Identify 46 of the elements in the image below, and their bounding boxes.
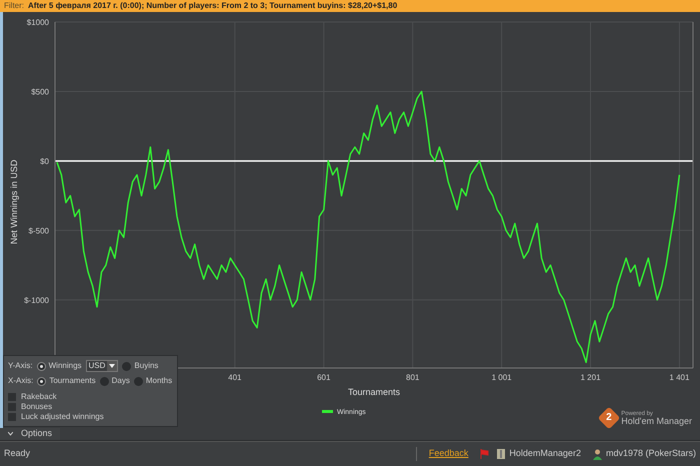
chevron-icon — [8, 432, 13, 436]
logo-badge: 2 — [598, 406, 621, 430]
radio-label: Buyins — [134, 360, 158, 372]
filter-text: After 5 февраля 2017 г. (0:00); Number of players: From 2 to 3; Tournament buyins: $28,20+$1,80 — [28, 2, 398, 10]
y-tick-label: $-500 — [28, 226, 49, 236]
y-axis-label: Y-Axis: — [8, 360, 33, 372]
x-axis-label: X-Axis: — [8, 375, 34, 387]
app-name: HoldemManager2 — [509, 447, 581, 460]
legend-swatch — [322, 410, 333, 413]
y-tick-label: $-1000 — [24, 296, 49, 305]
checkbox-label: Luck adjusted winnings — [21, 412, 104, 422]
radio-button[interactable] — [122, 362, 132, 370]
checkbox[interactable] — [8, 403, 16, 411]
x-tick-label: 1 201 — [580, 373, 601, 382]
flag-icon[interactable] — [480, 449, 490, 459]
x-tick-label: 801 — [406, 373, 420, 382]
radio-button[interactable] — [100, 376, 109, 386]
x-axis-title: Tournaments — [348, 387, 400, 397]
x-tick-label: 401 — [228, 373, 242, 382]
feedback-link[interactable]: Feedback — [428, 447, 468, 461]
filter-label: Filter: — [4, 2, 24, 10]
currency-dropdown[interactable]: USD — [86, 360, 118, 372]
y-tick-label: $500 — [31, 87, 49, 96]
x-tick-label: 1 001 — [492, 373, 512, 382]
x-tick-label: 1 401 — [669, 373, 690, 382]
radio-button[interactable] — [134, 376, 143, 386]
radio-button[interactable] — [36, 362, 46, 370]
radio-label: Months — [146, 375, 172, 387]
user-name: mdv1978 (PokerStars) — [606, 447, 696, 460]
user-icon[interactable] — [592, 448, 602, 460]
brand-name: Hold'em Manager — [621, 416, 692, 426]
y-tick-label: $1000 — [26, 18, 49, 27]
radio-label: Winnings — [48, 360, 82, 372]
y-tick-label: $0 — [40, 156, 49, 166]
status-text: Ready — [4, 447, 30, 460]
checkbox[interactable] — [8, 393, 16, 401]
x-tick-label: 601 — [317, 373, 330, 382]
y-axis-title: Net Winnings in USD — [9, 160, 19, 244]
options-toggle[interactable]: Options — [0, 428, 60, 440]
radio-label: Tournaments — [49, 375, 96, 387]
radio-button[interactable] — [37, 376, 46, 386]
checkbox-label: Bonuses — [21, 402, 52, 412]
dropdown-caret-icon — [109, 364, 116, 368]
radio-label: Days — [112, 375, 130, 387]
checkbox-label: Rakeback — [21, 392, 57, 402]
checkbox[interactable] — [8, 413, 16, 421]
